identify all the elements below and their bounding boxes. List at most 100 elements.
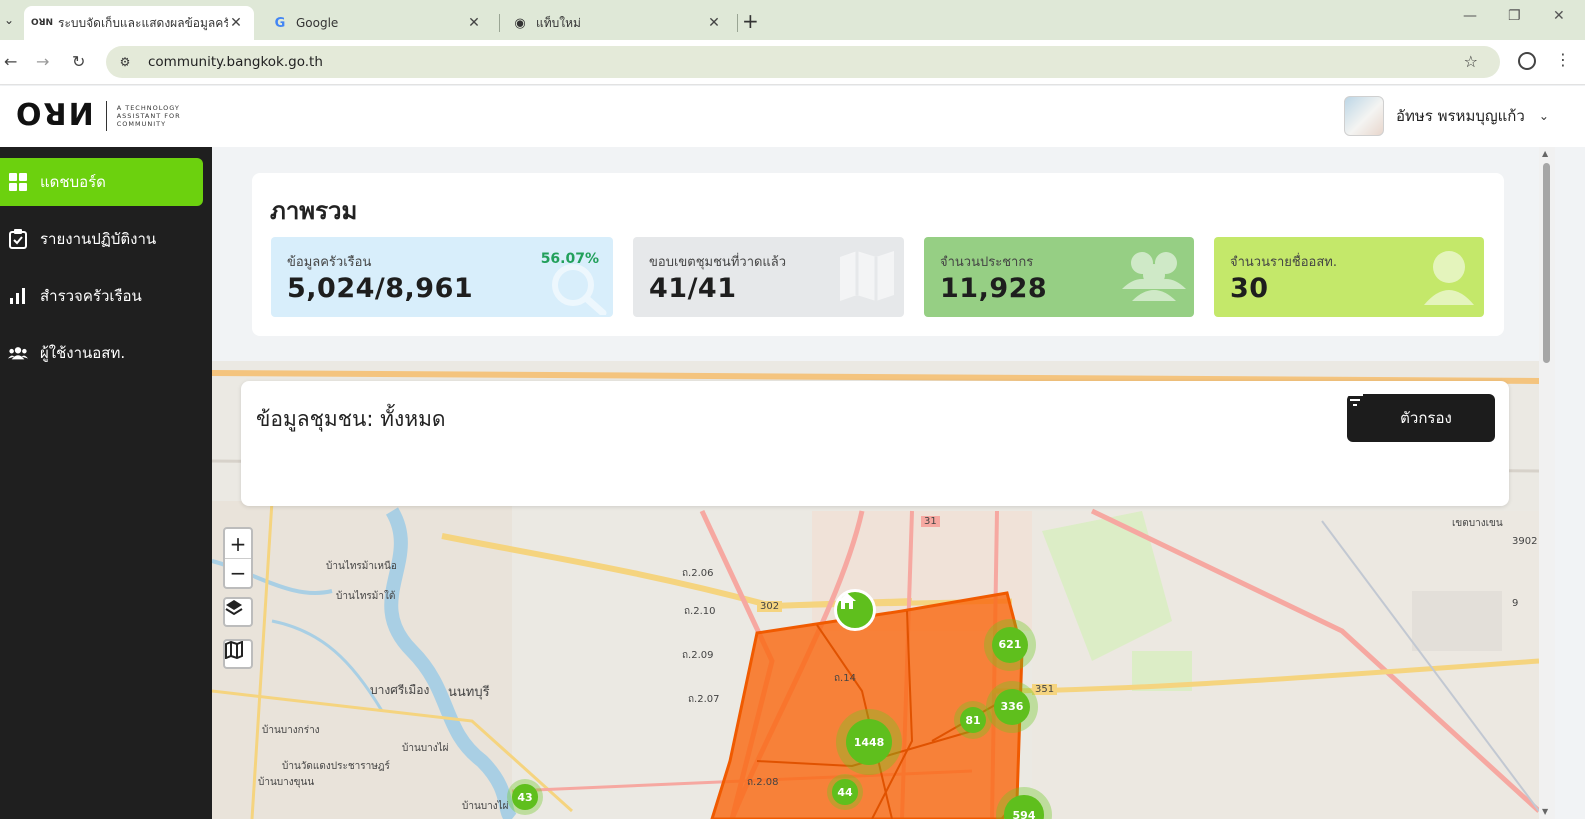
address-bar[interactable]: ⚙ community.bangkok.go.th ☆	[106, 46, 1500, 78]
url-text[interactable]: community.bangkok.go.th	[148, 54, 323, 70]
dashboard-icon	[8, 172, 28, 192]
map-road-label: ถ.2.09	[682, 650, 714, 661]
basemap-button[interactable]	[223, 639, 253, 669]
scroll-up-icon[interactable]: ▲	[1542, 149, 1548, 158]
road-shield: 9	[1512, 598, 1519, 609]
chrome-icon: ◉	[514, 15, 526, 31]
person-icon	[1424, 251, 1474, 305]
tab-title: Google	[296, 16, 339, 30]
minimize-button[interactable]: —	[1463, 8, 1477, 24]
clipboard-check-icon	[8, 229, 28, 249]
map-place-label: บ้านบางกร่าง	[262, 725, 320, 736]
browser-tabbar: ⌄ OꓤN ระบบจัดเก็บและแสดงผลข้อมูลครัวเรือ…	[0, 0, 1585, 40]
filter-button[interactable]: ตัวกรอง	[1347, 394, 1495, 442]
stat-label: ขอบเขตชุมชนที่วาดแล้ว	[649, 255, 787, 270]
marker-cluster[interactable]: 621	[984, 619, 1036, 671]
marker-cluster[interactable]: 81	[954, 701, 992, 739]
google-icon: G	[274, 15, 286, 31]
road-shield: 31	[921, 516, 940, 527]
stat-label: จำนวนรายชื่ออสท.	[1230, 255, 1337, 270]
site-info-icon[interactable]: ⚙	[116, 53, 134, 71]
map-road-label: ถ.2.08	[747, 777, 779, 788]
stat-label: จำนวนประชากร	[940, 255, 1034, 270]
scroll-down-icon[interactable]: ▼	[1542, 807, 1548, 816]
map-road-label: ถ.2.06	[682, 568, 714, 579]
zoom-control: + −	[223, 527, 253, 589]
stat-households: ข้อมูลครัวเรือน 5,024/8,961 56.07%	[271, 237, 613, 317]
bookmark-star-icon[interactable]: ☆	[1464, 52, 1478, 71]
road-shield: 302	[757, 601, 783, 612]
main-content: ภาพรวม ข้อมูลครัวเรือน 5,024/8,961 56.07…	[212, 147, 1585, 819]
user-name: อัทษร พรหมบุญแก้ว	[1396, 107, 1525, 125]
profile-icon[interactable]	[1518, 52, 1536, 70]
sidebar-item-survey[interactable]: สำรวจครัวเรือน	[0, 272, 203, 320]
filter-label: ตัวกรอง	[1400, 409, 1452, 427]
logo[interactable]: OꓤИ A TECHNOLOGY ASSISTANT FOR COMMUNITY	[16, 98, 181, 133]
tab-title: ระบบจัดเก็บและแสดงผลข้อมูลครัวเรือน	[58, 15, 228, 30]
app-header: OꓤИ A TECHNOLOGY ASSISTANT FOR COMMUNITY…	[0, 86, 1585, 147]
layers-button[interactable]	[223, 597, 253, 627]
sidebar-item-label: สำรวจครัวเรือน	[40, 287, 142, 305]
tab-search-chevron-icon[interactable]: ⌄	[0, 9, 18, 31]
map-place-label: บ้านบางไผ่	[402, 743, 449, 754]
map-place-label: บ้านไทรม้าใต้	[336, 591, 396, 602]
community-map[interactable]: บ้านไทรม้าเหนือ บ้านไทรม้าใต้ บางศรีเมือ…	[212, 361, 1539, 819]
tab-divider	[499, 14, 500, 32]
zoom-in-button[interactable]: +	[225, 529, 251, 558]
marker-cluster[interactable]: 336	[986, 681, 1038, 733]
overview-card: ภาพรวม ข้อมูลครัวเรือน 5,024/8,961 56.07…	[252, 173, 1504, 336]
layers-icon	[225, 600, 243, 616]
map-place-label: บ้านวัดแดงประชาราษฎร์	[282, 761, 390, 772]
close-icon[interactable]: ✕	[466, 15, 482, 31]
sidebar-item-users[interactable]: ผู้ใช้งานอสท.	[0, 329, 203, 377]
chevron-down-icon[interactable]: ⌄	[1539, 109, 1549, 123]
marker-cluster[interactable]: 1448	[836, 709, 902, 775]
restore-button[interactable]: ❐	[1508, 8, 1521, 24]
tab-divider	[737, 14, 738, 32]
stat-community-boundaries: ขอบเขตชุมชนที่วาดแล้ว 41/41	[633, 237, 904, 317]
tab-community[interactable]: OꓤN ระบบจัดเก็บและแสดงผลข้อมูลครัวเรือน …	[24, 6, 254, 40]
stat-value: 11,928	[940, 273, 1048, 304]
page-scrollbar[interactable]: ▲ ▼	[1539, 147, 1555, 819]
map-road-label: ถ.14	[834, 673, 856, 684]
page-title: ภาพรวม	[270, 197, 358, 225]
stat-value: 5,024/8,961	[287, 273, 474, 304]
close-icon[interactable]: ✕	[228, 15, 244, 31]
map-place-label: บ้านบางไผ่	[462, 801, 509, 812]
sidebar-item-label: รายงานปฏิบัติงาน	[40, 230, 157, 248]
sidebar: แดชบอร์ด รายงานปฏิบัติงาน สำรวจครัวเรือน…	[0, 147, 212, 819]
stat-value: 41/41	[649, 273, 737, 304]
map-info-panel: ข้อมูลชุมชน: ทั้งหมด ตัวกรอง	[241, 381, 1509, 506]
forward-button[interactable]: →	[36, 52, 49, 71]
browser-menu-icon[interactable]: ⋮	[1555, 50, 1571, 69]
road-shield: 3902	[1512, 536, 1538, 547]
map-road-label: ถ.2.10	[684, 606, 716, 617]
reload-button[interactable]: ↻	[72, 52, 85, 71]
tab-new[interactable]: ◉ แท็บใหม่ ✕	[502, 6, 732, 40]
back-button[interactable]: ←	[4, 52, 17, 71]
avatar	[1344, 96, 1384, 136]
users-icon	[8, 343, 28, 363]
zoom-out-button[interactable]: −	[225, 558, 251, 587]
map-place-label: บ้านบางขุนน	[258, 777, 315, 788]
search-icon	[552, 264, 607, 315]
close-icon[interactable]: ✕	[706, 15, 722, 31]
map-place-label: นนทบุรี	[448, 685, 490, 700]
people-icon	[1122, 252, 1186, 301]
user-menu[interactable]: อัทษร พรหมบุญแก้ว ⌄	[1344, 96, 1549, 136]
home-marker[interactable]	[834, 589, 876, 631]
bar-chart-icon	[8, 286, 28, 306]
road-shield: 351	[1032, 684, 1058, 695]
sidebar-item-dashboard[interactable]: แดชบอร์ด	[0, 158, 203, 206]
scroll-thumb[interactable]	[1543, 163, 1550, 363]
marker-cluster[interactable]: 44	[827, 774, 863, 810]
browser-toolbar: ← → ↻ ⚙ community.bangkok.go.th ☆ ⋮	[0, 40, 1585, 85]
sidebar-item-report[interactable]: รายงานปฏิบัติงาน	[0, 215, 203, 263]
tab-title: แท็บใหม่	[536, 15, 581, 30]
tab-google[interactable]: G Google ✕	[262, 6, 492, 40]
logo-tagline: A TECHNOLOGY ASSISTANT FOR COMMUNITY	[116, 103, 181, 128]
marker-cluster[interactable]: 43	[507, 779, 543, 815]
stat-value: 30	[1230, 273, 1269, 304]
window-close-button[interactable]: ✕	[1553, 8, 1565, 24]
new-tab-button[interactable]: +	[742, 9, 759, 33]
